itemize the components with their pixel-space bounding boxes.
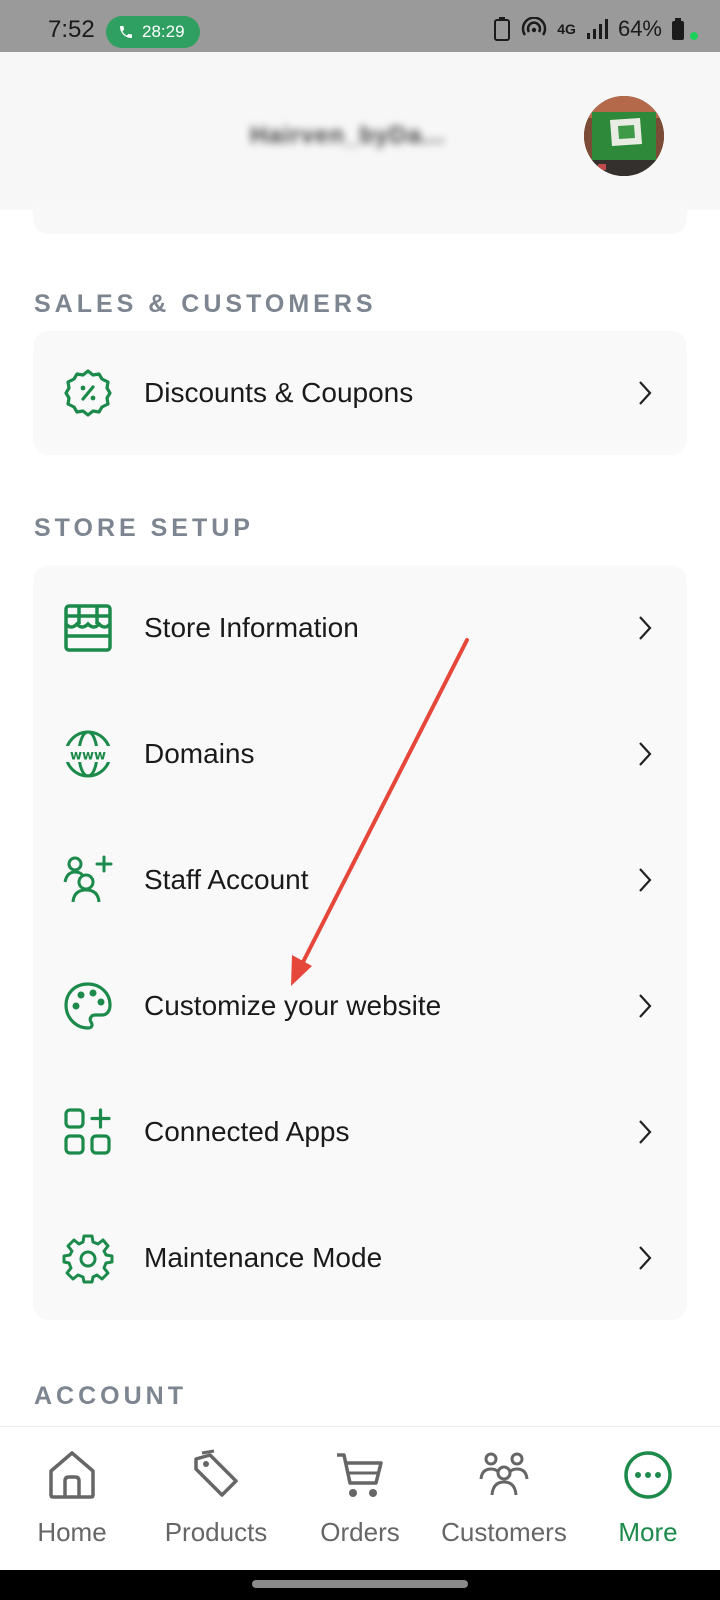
- chevron-right-icon: [639, 994, 652, 1018]
- nav-label: Products: [164, 1517, 268, 1547]
- store-avatar[interactable]: [584, 96, 664, 176]
- add-user-icon: [61, 853, 115, 907]
- more-icon: [622, 1447, 674, 1503]
- menu-item-domains[interactable]: www Domains: [33, 691, 687, 817]
- menu-item-customize-website[interactable]: Customize your website: [33, 943, 687, 1069]
- recycle-battery-icon: [494, 17, 511, 41]
- signal-icon: [586, 19, 608, 39]
- previous-card-bottom: [33, 200, 687, 234]
- nav-more[interactable]: More: [576, 1427, 720, 1567]
- privacy-indicator: [690, 32, 698, 40]
- avatar-image: [584, 96, 664, 176]
- menu-item-label: Maintenance Mode: [144, 1242, 383, 1273]
- battery-icon: [672, 18, 684, 40]
- palette-icon: [61, 979, 115, 1033]
- gear-icon: [61, 1231, 115, 1285]
- menu-item-label: Store Information: [144, 612, 359, 643]
- home-gesture-handle[interactable]: [252, 1580, 468, 1588]
- sales-card: Discounts & Coupons: [33, 331, 687, 455]
- section-title-sales: SALES & CUSTOMERS: [34, 290, 377, 318]
- section-title-account: ACCOUNT: [34, 1382, 187, 1410]
- network-type: 4G: [557, 21, 576, 37]
- phone-icon: [120, 26, 132, 38]
- call-indicator[interactable]: 28:29: [106, 16, 200, 48]
- menu-item-store-information[interactable]: Store Information: [33, 565, 687, 691]
- tag-icon: [190, 1447, 242, 1503]
- nav-label: More: [618, 1517, 678, 1547]
- app-header: Hairven_byDa...: [0, 52, 720, 210]
- storefront-icon: [61, 601, 115, 655]
- customers-icon: [478, 1447, 530, 1503]
- svg-text:www: www: [70, 749, 106, 764]
- nav-customers[interactable]: Customers: [432, 1427, 576, 1567]
- chevron-right-icon: [639, 381, 652, 405]
- battery-percent: 64%: [617, 16, 662, 41]
- nav-home[interactable]: Home: [0, 1427, 144, 1567]
- chevron-right-icon: [639, 1120, 652, 1144]
- menu-item-label: Discounts & Coupons: [144, 377, 414, 408]
- menu-item-label: Customize your website: [144, 990, 442, 1021]
- globe-www-icon: www: [61, 727, 115, 781]
- bottom-navigation: Home Products Orders Customers More: [0, 1426, 720, 1570]
- chevron-right-icon: [639, 1246, 652, 1270]
- nav-orders[interactable]: Orders: [288, 1427, 432, 1567]
- gesture-bar: [0, 1570, 720, 1600]
- discount-icon: [61, 366, 115, 420]
- store-name: Hairven_byDa...: [250, 122, 446, 149]
- status-bar: 7:52 28:29 4G 64%: [0, 0, 720, 52]
- chevron-right-icon: [639, 868, 652, 892]
- section-title-store-setup: STORE SETUP: [34, 514, 254, 542]
- nav-label: Home: [37, 1517, 107, 1547]
- store-setup-card: Store Information www Domains Staff Acco: [33, 565, 687, 1320]
- menu-item-label: Staff Account: [144, 864, 309, 895]
- menu-item-staff-account[interactable]: Staff Account: [33, 817, 687, 943]
- menu-item-label: Domains: [144, 738, 255, 769]
- chevron-right-icon: [639, 616, 652, 640]
- cart-icon: [334, 1447, 386, 1503]
- home-icon: [46, 1447, 98, 1503]
- status-time: 7:52: [48, 16, 95, 43]
- menu-item-discounts[interactable]: Discounts & Coupons: [33, 331, 687, 455]
- menu-item-maintenance-mode[interactable]: Maintenance Mode: [33, 1195, 687, 1321]
- menu-item-label: Connected Apps: [144, 1116, 350, 1147]
- call-timer: 28:29: [142, 22, 185, 41]
- chevron-right-icon: [639, 742, 652, 766]
- nav-label: Customers: [441, 1517, 567, 1547]
- nav-label: Orders: [320, 1517, 400, 1547]
- apps-icon: [61, 1105, 115, 1159]
- menu-item-connected-apps[interactable]: Connected Apps: [33, 1069, 687, 1195]
- hotspot-icon: [522, 17, 547, 36]
- nav-products[interactable]: Products: [144, 1427, 288, 1567]
